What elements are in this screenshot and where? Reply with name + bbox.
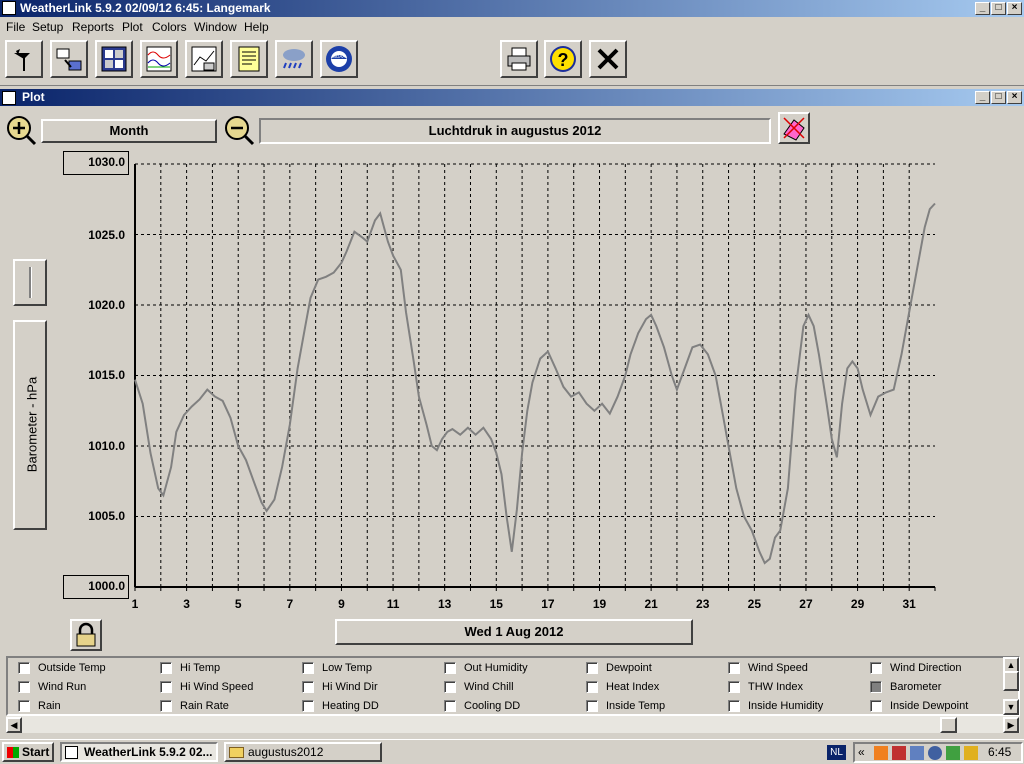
- checkbox-wind-direction[interactable]: [870, 662, 882, 674]
- checkbox-label[interactable]: Wind Chill: [464, 681, 514, 693]
- vertical-scroll-thumb[interactable]: [1003, 671, 1019, 691]
- tray-expand-icon[interactable]: «: [858, 745, 865, 759]
- start-label: Start: [22, 745, 50, 759]
- windows-logo-icon: [7, 747, 19, 758]
- checkbox-label[interactable]: Inside Temp: [606, 700, 665, 712]
- checkbox-wind-run[interactable]: [18, 681, 30, 693]
- checkbox-label[interactable]: Low Temp: [322, 662, 372, 674]
- checkbox-out-humidity[interactable]: [444, 662, 456, 674]
- x-tick-label: 17: [541, 597, 555, 611]
- checkbox-cooling-dd[interactable]: [444, 700, 456, 712]
- scroll-left-button[interactable]: ◀: [6, 717, 22, 733]
- scroll-right-button[interactable]: ▶: [1003, 717, 1019, 733]
- checkbox-thw-index[interactable]: [728, 681, 740, 693]
- taskbar-item-label: WeatherLink 5.9.2 02...: [84, 745, 213, 759]
- checkbox-label[interactable]: Outside Temp: [38, 662, 106, 674]
- x-tick-label: 29: [850, 597, 865, 611]
- tray-user-icon[interactable]: [964, 746, 978, 760]
- checkbox-label[interactable]: Out Humidity: [464, 662, 528, 674]
- checkbox-wind-speed[interactable]: [728, 662, 740, 674]
- checkbox-hi-temp[interactable]: [160, 662, 172, 674]
- checkbox-label[interactable]: THW Index: [748, 681, 803, 693]
- tray-display-icon[interactable]: [910, 746, 924, 760]
- checkbox-label[interactable]: Rain Rate: [180, 700, 229, 712]
- scroll-down-button[interactable]: ▼: [1003, 699, 1019, 715]
- clock[interactable]: 6:45: [988, 745, 1011, 759]
- checkbox-label[interactable]: Hi Temp: [180, 662, 220, 674]
- checkbox-rain[interactable]: [18, 700, 30, 712]
- checkbox-hi-wind-dir[interactable]: [302, 681, 314, 693]
- taskbar-item-folder[interactable]: augustus2012: [224, 742, 382, 762]
- taskbar-item-label: augustus2012: [248, 745, 324, 759]
- x-tick-label: 25: [747, 597, 762, 611]
- checkbox-inside-humidity[interactable]: [728, 700, 740, 712]
- checkbox-label[interactable]: Rain: [38, 700, 61, 712]
- x-tick-label: 23: [696, 597, 710, 611]
- checkbox-outside-temp[interactable]: [18, 662, 30, 674]
- x-tick-label: 7: [286, 597, 294, 611]
- checkbox-wind-chill[interactable]: [444, 681, 456, 693]
- x-tick-label: 1: [131, 597, 139, 611]
- x-tick-label: 21: [644, 597, 658, 611]
- checkbox-label[interactable]: Heat Index: [606, 681, 659, 693]
- checkbox-barometer[interactable]: [870, 681, 882, 693]
- date-selector[interactable]: Wed 1 Aug 2012: [335, 619, 693, 645]
- weatherlink-taskbar-icon: [65, 746, 78, 759]
- horizontal-scroll-thumb[interactable]: [940, 717, 957, 733]
- plot-area[interactable]: [0, 0, 1024, 763]
- checkbox-heating-dd[interactable]: [302, 700, 314, 712]
- checkbox-label[interactable]: Inside Dewpoint: [890, 700, 968, 712]
- checkbox-label[interactable]: Wind Run: [38, 681, 86, 693]
- folder-icon: [229, 747, 244, 758]
- checkbox-rain-rate[interactable]: [160, 700, 172, 712]
- barometer-series-line: [134, 202, 936, 565]
- checkbox-label[interactable]: Wind Direction: [890, 662, 962, 674]
- checkbox-label[interactable]: Wind Speed: [748, 662, 808, 674]
- checkbox-label[interactable]: Cooling DD: [464, 700, 520, 712]
- x-tick-label: 19: [592, 597, 607, 611]
- x-tick-label: 31: [902, 597, 916, 611]
- x-tick-label: 11: [386, 597, 400, 611]
- checkbox-low-temp[interactable]: [302, 662, 314, 674]
- checkbox-label[interactable]: Dewpoint: [606, 662, 652, 674]
- taskbar-item-weatherlink[interactable]: WeatherLink 5.9.2 02...: [60, 742, 218, 762]
- language-indicator[interactable]: NL: [827, 745, 846, 760]
- tray-app-icon[interactable]: [874, 746, 888, 760]
- lock-icon: [76, 622, 96, 647]
- tray-security-icon[interactable]: [946, 746, 960, 760]
- checkbox-label[interactable]: Heating DD: [322, 700, 379, 712]
- lock-button[interactable]: [70, 619, 102, 651]
- x-tick-label: 27: [799, 597, 813, 611]
- start-button[interactable]: Start: [2, 742, 54, 762]
- x-tick-label: 13: [437, 597, 452, 611]
- checkbox-dewpoint[interactable]: [586, 662, 598, 674]
- checkbox-label[interactable]: Barometer: [890, 681, 941, 693]
- tray-search-icon[interactable]: [928, 746, 942, 760]
- checkbox-inside-temp[interactable]: [586, 700, 598, 712]
- x-tick-label: 15: [489, 597, 503, 611]
- x-tick-label: 5: [234, 597, 242, 611]
- checkbox-label[interactable]: Hi Wind Dir: [322, 681, 378, 693]
- x-tick-label: 3: [183, 597, 190, 611]
- tray-network-icon[interactable]: [892, 746, 906, 760]
- checkbox-label[interactable]: Hi Wind Speed: [180, 681, 253, 693]
- checkbox-label[interactable]: Inside Humidity: [748, 700, 823, 712]
- checkbox-heat-index[interactable]: [586, 681, 598, 693]
- x-tick-label: 9: [338, 597, 345, 611]
- horizontal-scrollbar[interactable]: [6, 716, 1020, 733]
- checkbox-inside-dewpoint[interactable]: [870, 700, 882, 712]
- checkbox-hi-wind-speed[interactable]: [160, 681, 172, 693]
